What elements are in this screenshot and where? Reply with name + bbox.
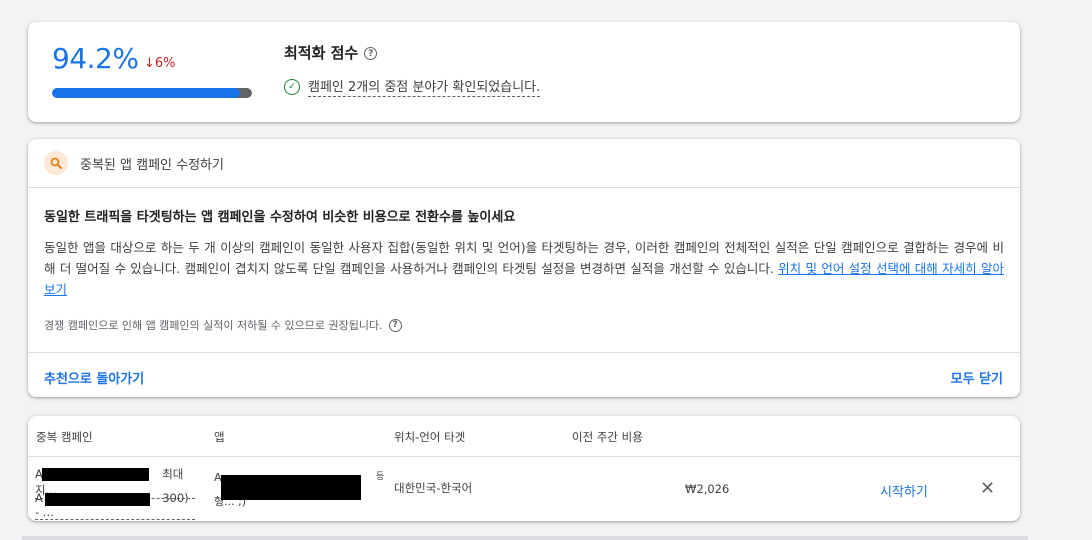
score-title: 최적화 점수? — [284, 42, 378, 63]
check-circle-icon: ✓ — [284, 78, 300, 95]
app-name-suffix: 등 — [376, 472, 385, 482]
score-title-text: 최적화 점수 — [284, 44, 359, 62]
duplicate-campaigns-table: 중복 캠페인 앱 위치-언어 타겟 이전 주간 비용 A 최대지... A 30… — [28, 416, 1020, 521]
next-card-edge — [22, 536, 1028, 540]
redacted-campaign-name-2 — [45, 493, 150, 506]
search-icon — [44, 151, 68, 175]
score-fill — [52, 88, 241, 98]
table-header-divider — [28, 456, 1020, 457]
help-icon[interactable]: ? — [364, 47, 378, 60]
recommendation-note-text: 경쟁 캠페인으로 인해 앱 캠페인의 실적이 저하될 수 있으므로 권장됩니다. — [44, 319, 383, 332]
close-icon[interactable]: ✕ — [980, 478, 995, 499]
score-message-text[interactable]: 캠페인 2개의 중점 분야가 확인되었습니다. — [308, 76, 541, 97]
redacted-campaign-name-1 — [42, 468, 149, 481]
optimization-score-card: 94.2% ↓6% 최적화 점수? ✓ 캠페인 2개의 중점 분야가 확인되었습… — [28, 22, 1020, 122]
location-language-target: 대한민국-한국어 — [394, 481, 473, 495]
column-header-app: 앱 — [214, 430, 225, 444]
back-to-recommendations-button[interactable]: 추천으로 돌아가기 — [44, 368, 144, 387]
score-change: ↓6% — [144, 56, 176, 71]
recommendation-headline: 동일한 트래픽을 타겟팅하는 앱 캠페인을 수정하여 비슷한 비용으로 전환수를… — [44, 210, 516, 225]
close-all-button[interactable]: 모두 닫기 — [951, 368, 1003, 387]
campaign-2-prefix: A — [35, 491, 43, 505]
recommendation-title: 중복된 앱 캠페인 수정하기 — [80, 158, 224, 173]
previous-week-cost: ₩2,026 — [685, 482, 730, 496]
column-header-location-language: 위치-언어 타겟 — [394, 430, 466, 444]
redacted-app-name — [221, 475, 361, 500]
score-message[interactable]: ✓ 캠페인 2개의 중점 분야가 확인되었습니다. — [284, 76, 541, 97]
score-progress-bar — [52, 88, 252, 98]
recommendation-card: 중복된 앱 캠페인 수정하기 동일한 트래픽을 타겟팅하는 앱 캠페인을 수정하… — [28, 139, 1020, 397]
recommendation-footer: 추천으로 돌아가기 모두 닫기 — [28, 352, 1020, 398]
column-header-campaign: 중복 캠페인 — [36, 430, 93, 444]
recommendation-note: 경쟁 캠페인으로 인해 앱 캠페인의 실적이 저하될 수 있으므로 권장됩니다.… — [44, 317, 402, 333]
help-icon[interactable]: ? — [388, 318, 402, 332]
start-button[interactable]: 시작하기 — [880, 481, 928, 500]
column-header-previous-week-cost: 이전 주간 비용 — [572, 430, 643, 444]
recommendation-header: 중복된 앱 캠페인 수정하기 — [28, 139, 1020, 188]
score-value: 94.2% — [52, 42, 139, 75]
recommendation-body: 동일한 앱을 대상으로 하는 두 개 이상의 캠페인이 동일한 사용자 집합(동… — [44, 237, 1004, 300]
